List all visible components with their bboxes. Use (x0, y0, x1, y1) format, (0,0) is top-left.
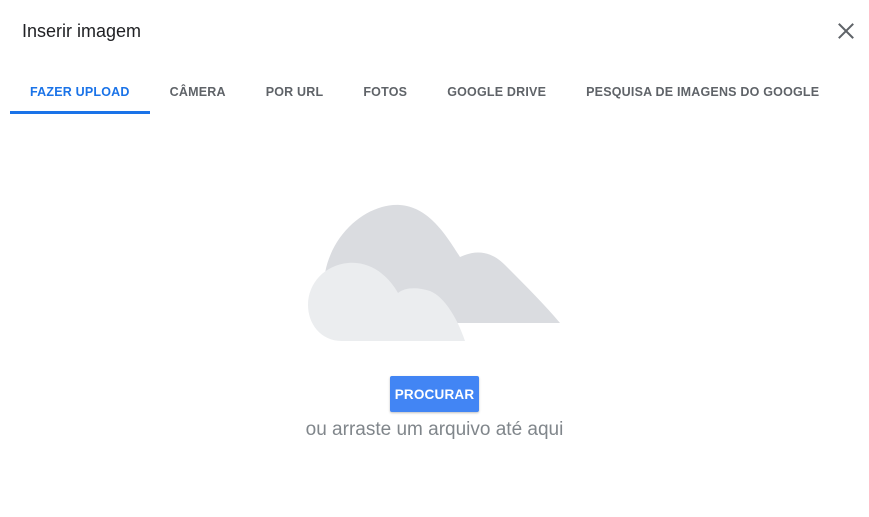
close-icon (838, 23, 854, 39)
tab-fazer-upload[interactable]: FAZER UPLOAD (10, 70, 150, 114)
cloud-icon (308, 204, 560, 341)
drag-hint-text: ou arraste um arquivo até aqui (0, 419, 869, 441)
tab-camera[interactable]: CÂMERA (150, 70, 246, 114)
insert-image-dialog: Inserir imagem FAZER UPLOAD CÂMERA POR U… (0, 0, 869, 517)
tab-por-url[interactable]: POR URL (246, 70, 344, 114)
drag-hint-label: ou arraste um arquivo até aqui (305, 419, 564, 440)
browse-button[interactable]: PROCURAR (390, 376, 479, 412)
dialog-title: Inserir imagem (22, 21, 142, 41)
close-button[interactable] (832, 17, 860, 45)
tab-google-drive[interactable]: GOOGLE DRIVE (427, 70, 566, 114)
tab-bar: FAZER UPLOAD CÂMERA POR URL FOTOS GOOGLE… (10, 70, 839, 114)
tab-pesquisa-imagens-google[interactable]: PESQUISA DE IMAGENS DO GOOGLE (566, 70, 839, 114)
tab-fotos[interactable]: FOTOS (343, 70, 427, 114)
